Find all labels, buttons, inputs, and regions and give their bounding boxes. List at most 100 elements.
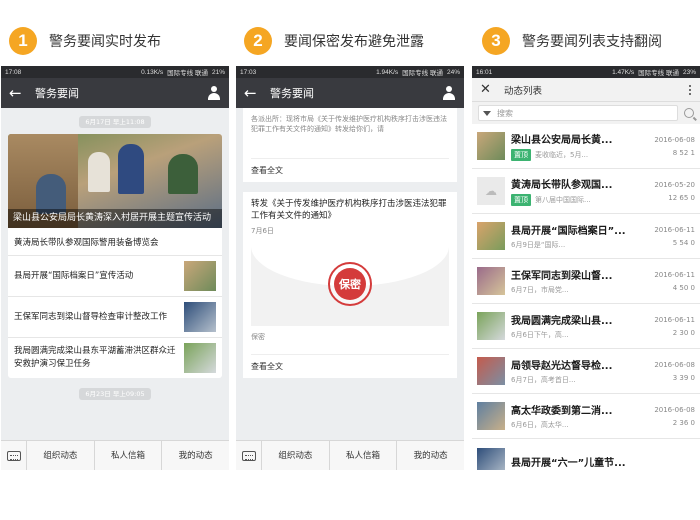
status-carrier: 国际专线 联通 [638, 70, 679, 77]
list-item[interactable]: 我局圆满完成梁山县... 6月6日下午，高... 2016-06-11 2 30… [472, 304, 700, 349]
menu-private-mailbox[interactable]: 私人信箱 [95, 440, 163, 470]
read-full-link[interactable]: 查看全文 [251, 354, 449, 372]
list-item[interactable]: 县局开展“六一”儿童节... [472, 439, 700, 470]
list-item[interactable]: 局领导赵光达督导检... 6月7日，高考首日... 2016-06-08 3 3… [472, 349, 700, 394]
article-row[interactable]: 黄涛局长带队参观国际警用装备博览会 [8, 228, 222, 256]
message-card[interactable]: 转发《关于传发维护医疗机构秩序打击涉医违法犯罪工作有关文件的通知》 7月6日 保… [243, 192, 457, 378]
article-row[interactable]: 王保军同志到梁山督导检查审计整改工作 [8, 297, 222, 338]
menu-my-news[interactable]: 我的动态 [162, 441, 229, 471]
article-row[interactable]: 我局圆满完成梁山县东平湖蓄滞洪区群众迁安救护演习保卫任务 [8, 338, 222, 378]
item-stats: 3 39 0 [672, 373, 695, 382]
list-item[interactable]: 县局开展“国际档案日”... 6月9日是“国际... 2016-06-11 5 … [472, 214, 700, 259]
caption-2: 2 要闻保密发布避免泄露 [244, 26, 424, 56]
item-summary: 6月7日，市局党... [511, 286, 569, 294]
item-title: 县局开展“六一”儿童节... [511, 458, 626, 469]
list-item[interactable]: 高太华政委到第二消... 6月6日，高太华... 2016-06-08 2 36… [472, 394, 700, 439]
back-arrow-icon[interactable]: ← [244, 84, 262, 102]
item-date: 2016-06-11 [654, 315, 695, 324]
item-summary: 6月7日，高考首日... [511, 376, 576, 384]
item-title: 我局圆满完成梁山县... [511, 316, 613, 327]
article-title: 我局圆满完成梁山县东平湖蓄滞洪区群众迁安救护演习保卫任务 [14, 346, 176, 369]
cover-article[interactable]: 梁山县公安局局长黄涛深入村居开展主题宣传活动 [8, 134, 222, 228]
keyboard-toggle[interactable] [1, 440, 27, 470]
read-full-link[interactable]: 查看全文 [251, 158, 449, 176]
item-stats: 12 65 0 [668, 193, 695, 202]
app-title: 动态列表 [504, 85, 543, 97]
caption-text: 要闻保密发布避免泄露 [284, 34, 424, 50]
menu-org-news[interactable]: 组织动态 [262, 440, 330, 470]
app-bar: ✕ 动态列表 [472, 78, 700, 102]
item-summary: 6月9日是“国际... [511, 241, 566, 249]
item-title: 局领导赵光达督导检... [511, 361, 613, 372]
bottom-menu: 组织动态 私人信箱 我的动态 [1, 440, 229, 470]
item-thumbnail [477, 222, 505, 250]
item-summary: 6月6日，高太华... [511, 421, 569, 429]
sealed-envelope[interactable]: 保密 [251, 246, 449, 326]
menu-my-news[interactable]: 我的动态 [397, 441, 464, 471]
keyboard-icon [241, 450, 256, 461]
status-speed: 1.47K/s [612, 68, 635, 76]
search-icon[interactable] [684, 108, 694, 118]
phone-news-feed: 17:08 0.13K/s 国际专线 联通 21% ← 警务要闻 6月17日 早… [1, 66, 229, 470]
status-bar: 17:08 0.13K/s 国际专线 联通 21% [1, 66, 229, 78]
item-date: 2016-06-08 [654, 360, 695, 369]
search-input[interactable]: 搜索 [478, 105, 678, 121]
timestamp-pill: 6月23日 早上09:05 [79, 388, 151, 400]
filter-dropdown-icon[interactable] [483, 110, 491, 116]
item-title: 县局开展“国际档案日”... [511, 226, 626, 237]
menu-private-mailbox[interactable]: 私人信箱 [330, 440, 398, 470]
bottom-menu: 组织动态 私人信箱 我的动态 [236, 440, 464, 470]
list-item[interactable]: 王保军同志到梁山督... 6月7日，市局党... 2016-06-11 4 50… [472, 259, 700, 304]
list-item[interactable]: 梁山县公安局局长黄... 置顶 麦收临近，5月... 2016-06-08 8 5… [472, 124, 700, 169]
message-title: 转发《关于传发维护医疗机构秩序打击涉医违法犯罪工作有关文件的通知》 [251, 199, 447, 221]
message-card[interactable]: 各派出所：现将市局《关于传发维护医疗机构秩序打击涉医违法犯罪工作有关文件的通知》… [243, 108, 457, 182]
user-profile-icon[interactable] [442, 86, 456, 100]
keyboard-toggle[interactable] [236, 440, 262, 470]
item-date: 2016-06-08 [654, 405, 695, 414]
app-title: 警务要闻 [35, 87, 79, 100]
item-thumbnail [477, 447, 505, 470]
timestamp-pill: 6月17日 早上11:08 [79, 116, 151, 128]
status-carrier: 国际专线 联通 [167, 70, 208, 77]
caption-text: 警务要闻列表支持翻阅 [522, 34, 662, 50]
close-icon[interactable]: ✕ [480, 82, 496, 97]
status-time: 16:01 [476, 68, 493, 76]
menu-org-news[interactable]: 组织动态 [27, 440, 95, 470]
app-bar: ← 警务要闻 [1, 78, 229, 108]
status-carrier: 国际专线 联通 [402, 70, 443, 77]
article-title: 县局开展“国际档案日”宣传活动 [14, 270, 134, 281]
article-thumbnail [184, 302, 216, 332]
caption-3: 3 警务要闻列表支持翻阅 [482, 26, 662, 56]
pinned-badge: 置顶 [511, 149, 531, 161]
item-thumbnail [477, 132, 505, 160]
back-arrow-icon[interactable]: ← [9, 84, 27, 102]
confidential-label: 保密 [251, 333, 265, 341]
status-speed: 0.13K/s [141, 68, 164, 76]
step-number: 1 [9, 27, 37, 55]
list-item[interactable]: ☁ 黄涛局长带队参观国... 置顶 第八届中国国际... 2016-05-20 1… [472, 169, 700, 214]
more-options-icon[interactable] [688, 84, 692, 95]
status-speed: 1.94K/s [376, 68, 399, 76]
app-title: 警务要闻 [270, 87, 314, 100]
item-thumbnail [477, 402, 505, 430]
article-row[interactable]: 县局开展“国际档案日”宣传活动 [8, 256, 222, 297]
status-battery: 24% [446, 68, 460, 76]
item-title: 梁山县公安局局长黄... [511, 135, 613, 146]
item-stats: 4 50 0 [672, 283, 695, 292]
cover-caption: 梁山县公安局局长黄涛深入村居开展主题宣传活动 [8, 209, 222, 228]
app-bar: ← 警务要闻 [236, 78, 464, 108]
status-time: 17:03 [240, 68, 257, 76]
pinned-badge: 置顶 [511, 194, 531, 206]
message-date: 7月6日 [251, 227, 274, 235]
item-date: 2016-05-20 [654, 180, 695, 189]
caption-text: 警务要闻实时发布 [49, 34, 161, 50]
news-card: 梁山县公安局局长黄涛深入村居开展主题宣传活动 黄涛局长带队参观国际警用装备博览会… [8, 134, 222, 378]
item-title: 高太华政委到第二消... [511, 406, 613, 417]
item-title: 王保军同志到梁山督... [511, 271, 613, 282]
status-time: 17:08 [5, 68, 22, 76]
search-placeholder: 搜索 [497, 108, 513, 118]
placeholder-cloud-icon: ☁ [477, 177, 505, 205]
user-profile-icon[interactable] [207, 86, 221, 100]
item-date: 2016-06-11 [654, 225, 695, 234]
status-battery: 21% [211, 68, 225, 76]
